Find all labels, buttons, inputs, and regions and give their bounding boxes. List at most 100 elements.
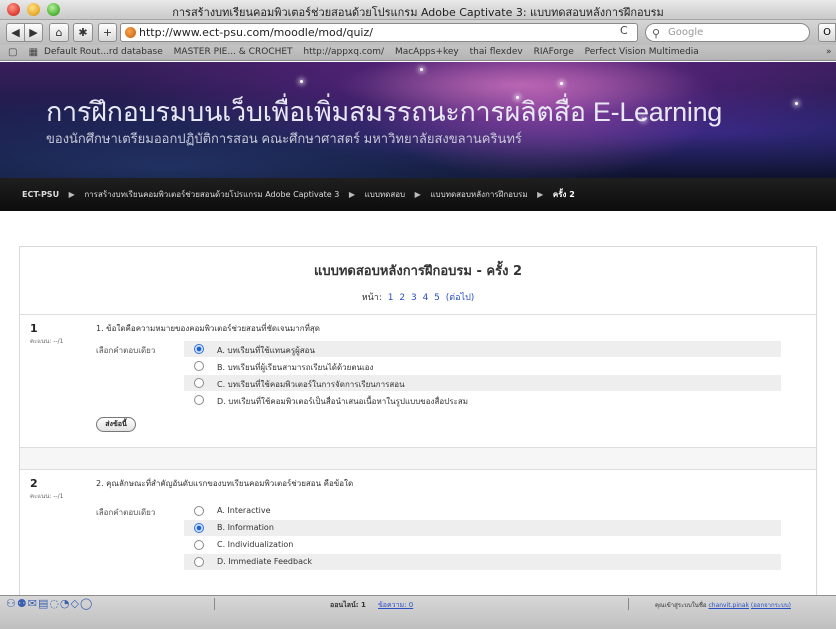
answer-label: D. Immediate Feedback: [217, 557, 313, 566]
question-number: 2: [30, 477, 38, 490]
breadcrumb-home-link[interactable]: ECT-PSU: [22, 178, 59, 211]
answer-radio[interactable]: [194, 361, 204, 371]
pagination-label: หน้า:: [361, 293, 382, 303]
search-placeholder: Google: [668, 27, 704, 38]
bookmark-item[interactable]: MASTER PIE... & CROCHET: [174, 47, 293, 57]
bookmark-item[interactable]: MacApps+key: [395, 47, 459, 57]
question-text: 1. ข้อใดคือความหมายของคอมพิวเตอร์ช่วยสอน…: [96, 324, 320, 333]
sparkle-icon: [560, 82, 563, 85]
question-text: 2. คุณลักษณะที่สำคัญอันดับแรกของบทเรียนค…: [96, 479, 354, 488]
bookmark-list: Default Rout...rd database MASTER PIE...…: [44, 47, 707, 57]
question-divider: [20, 448, 816, 470]
breadcrumb-separator-icon: ▶: [348, 190, 356, 199]
page-content: แบบทดสอบหลังการฝึกอบรม - ครั้ง 2 หน้า: 1…: [0, 211, 836, 595]
answer-option[interactable]: D. บทเรียนที่ใช้คอมพิวเตอร์เป็นสื่อนำเสน…: [184, 392, 781, 408]
breadcrumb-separator-icon: ▶: [414, 190, 421, 199]
quiz-header: แบบทดสอบหลังการฝึกอบรม - ครั้ง 2 หน้า: 1…: [20, 247, 816, 315]
answer-radio[interactable]: [194, 506, 204, 516]
page-link[interactable]: 3: [411, 293, 417, 303]
status-divider: [214, 598, 215, 610]
answer-label: B. Information: [217, 523, 274, 532]
status-bar: ⚇⚉✉▤◌◔◇◯ ออนไลน์: 1 ข้อความ: 0 คุณเข้าสู…: [0, 595, 836, 629]
logged-in-user: คุณเข้าสู่ระบบในชื่อ chanvit.pinak (ออกจ…: [655, 600, 791, 610]
bookmark-item[interactable]: RIAForge: [534, 47, 574, 57]
bookmarks-button[interactable]: ✱: [73, 23, 93, 42]
back-button[interactable]: ◀: [6, 23, 25, 42]
add-bookmark-button[interactable]: +: [98, 23, 117, 42]
answer-label: C. Individualization: [217, 540, 294, 549]
answer-radio[interactable]: [194, 344, 204, 354]
site-favicon-icon: [125, 27, 136, 38]
answer-radio[interactable]: [194, 557, 204, 567]
answer-radio[interactable]: [194, 395, 204, 405]
sparkle-icon: [420, 68, 423, 71]
page-link[interactable]: 5: [434, 293, 440, 303]
search-icon: ⚲: [652, 27, 661, 40]
breadcrumb-current: ครั้ง 2: [552, 190, 575, 199]
address-url: http://www.ect-psu.com/moodle/mod/quiz/: [139, 26, 373, 39]
quiz-title: แบบทดสอบหลังการฝึกอบรม - ครั้ง 2: [313, 264, 523, 279]
status-bar-row: ⚇⚉✉▤◌◔◇◯ ออนไลน์: 1 ข้อความ: 0 คุณเข้าสู…: [0, 596, 836, 613]
quiz-container: แบบทดสอบหลังการฝึกอบรม - ครั้ง 2 หน้า: 1…: [19, 246, 817, 595]
logged-in-prefix: คุณเข้าสู่ระบบในชื่อ: [655, 602, 707, 609]
question-block: 1 คะแนน: --/1 1. ข้อใดคือความหมายของคอมพ…: [20, 316, 816, 448]
question-marks: คะแนน: --/1: [30, 493, 64, 500]
answer-option[interactable]: A. บทเรียนที่ใช้แทนครูผู้สอน: [184, 341, 781, 357]
page-link[interactable]: 2: [399, 293, 405, 303]
answer-option[interactable]: C. Individualization: [184, 537, 781, 553]
status-divider: [628, 598, 629, 610]
sparkle-icon: [795, 102, 798, 105]
overflow-toolbar-button[interactable]: O: [818, 23, 836, 42]
answer-radio[interactable]: [194, 378, 204, 388]
banner-title: การฝึกอบรมบนเว็บเพื่อเพิ่มสมรรถนะการผลิต…: [46, 97, 723, 127]
bookmarks-bar: ▢ ▦ Default Rout...rd database MASTER PI…: [0, 45, 836, 61]
breadcrumb: ECT-PSU ▶ การสร้างบทเรียนคอมพิวเตอร์ช่วย…: [0, 178, 836, 211]
bookmark-item[interactable]: thai flexdev: [470, 47, 523, 57]
breadcrumb-quizzes-link[interactable]: แบบทดสอบ: [365, 178, 406, 211]
forward-button[interactable]: ▶: [24, 23, 43, 42]
answer-option[interactable]: B. Information: [184, 520, 781, 536]
sparkle-icon: [300, 80, 303, 83]
online-users-count: ออนไลน์: 1: [330, 601, 366, 609]
home-button[interactable]: ⌂: [49, 23, 69, 42]
window-titlebar: การสร้างบทเรียนคอมพิวเตอร์ช่วยสอนด้วยโปร…: [0, 0, 836, 20]
browser-toolbar: ◀ ▶ ⌂ ✱ + http://www.ect-psu.com/moodle/…: [0, 20, 836, 45]
address-bar[interactable]: http://www.ect-psu.com/moodle/mod/quiz/: [120, 23, 638, 42]
bookmarks-icons[interactable]: ▢ ▦: [8, 47, 42, 58]
banner-subtitle: ของนักศึกษาเตรียมออกปฏิบัติการสอน คณะศึก…: [46, 131, 522, 146]
answer-label: B. บทเรียนที่ผู้เรียนสามารถเรียนได้ด้วยต…: [217, 363, 374, 372]
answer-label: A. บทเรียนที่ใช้แทนครูผู้สอน: [217, 346, 315, 355]
answer-prompt: เลือกคำตอบเดียว: [96, 346, 156, 355]
answer-option[interactable]: A. Interactive: [184, 503, 781, 519]
submit-answer-button[interactable]: ส่งข้อนี้: [96, 417, 136, 432]
page-link[interactable]: 4: [423, 293, 429, 303]
bookmarks-overflow-icon[interactable]: »: [826, 47, 832, 57]
answer-option[interactable]: B. บทเรียนที่ผู้เรียนสามารถเรียนได้ด้วยต…: [184, 358, 781, 374]
bookmark-item[interactable]: Default Rout...rd database: [44, 47, 163, 57]
question-number: 1: [30, 322, 38, 335]
reload-icon[interactable]: C: [620, 24, 628, 37]
answer-radio[interactable]: [194, 523, 204, 533]
search-field[interactable]: ⚲ Google: [645, 23, 810, 42]
user-profile-link[interactable]: chanvit.pinak: [708, 602, 749, 609]
answer-label: D. บทเรียนที่ใช้คอมพิวเตอร์เป็นสื่อนำเสน…: [217, 397, 468, 406]
messages-link[interactable]: ข้อความ: 0: [378, 600, 413, 611]
breadcrumb-quiz-link[interactable]: แบบทดสอบหลังการฝึกอบรม: [430, 178, 527, 211]
answer-option[interactable]: C. บทเรียนที่ใช้คอมพิวเตอร์ในการจัดการเร…: [184, 375, 781, 391]
status-tool-icons[interactable]: ⚇⚉✉▤◌◔◇◯: [6, 597, 93, 610]
page-link[interactable]: 1: [388, 293, 394, 303]
next-page-link[interactable]: (ต่อไป): [446, 293, 475, 303]
logout-link[interactable]: (ออกจากระบบ): [751, 602, 791, 609]
quiz-pagination: หน้า: 1 2 3 4 5 (ต่อไป): [20, 290, 816, 304]
bookmark-item[interactable]: Perfect Vision Multimedia: [585, 47, 699, 57]
breadcrumb-separator-icon: ▶: [537, 190, 544, 199]
answer-option[interactable]: D. Immediate Feedback: [184, 554, 781, 570]
answer-prompt: เลือกคำตอบเดียว: [96, 508, 156, 517]
question-block: 2 คะแนน: --/1 2. คุณลักษณะที่สำคัญอันดับ…: [20, 471, 816, 595]
question-marks: คะแนน: --/1: [30, 338, 64, 345]
answer-label: A. Interactive: [217, 506, 271, 515]
bookmark-item[interactable]: http://appxq.com/: [303, 47, 384, 57]
breadcrumb-course-link[interactable]: การสร้างบทเรียนคอมพิวเตอร์ช่วยสอนด้วยโปร…: [84, 178, 339, 211]
answer-radio[interactable]: [194, 540, 204, 550]
breadcrumb-separator-icon: ▶: [68, 190, 75, 199]
